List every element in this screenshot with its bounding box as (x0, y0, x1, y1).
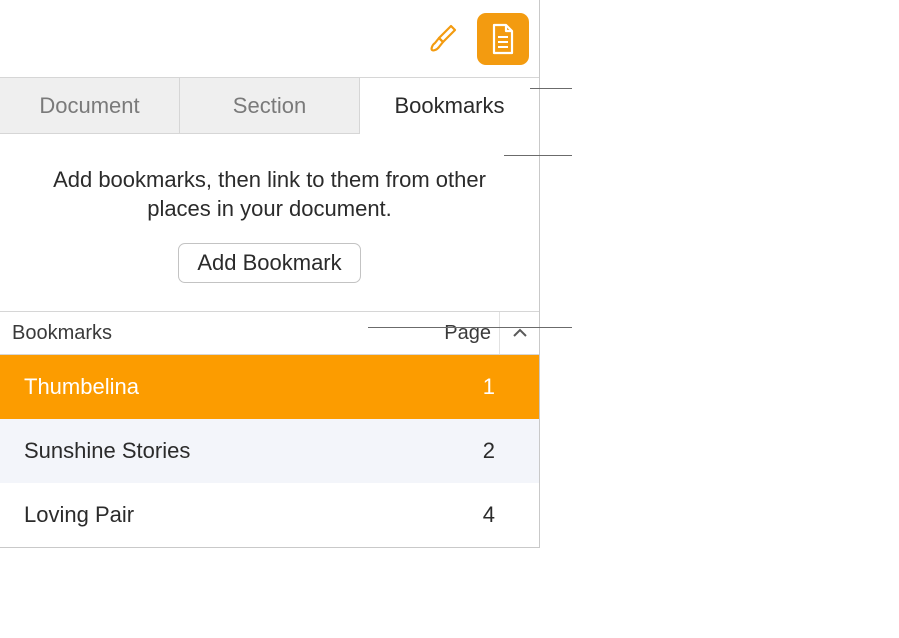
toolbar (0, 0, 539, 78)
column-header-bookmarks[interactable]: Bookmarks (0, 322, 444, 345)
tab-document[interactable]: Document (0, 78, 180, 134)
bookmark-name: Sunshine Stories (24, 438, 483, 464)
bookmark-name: Loving Pair (24, 502, 483, 528)
tab-section[interactable]: Section (180, 78, 360, 134)
bookmark-page: 4 (483, 502, 515, 528)
bookmark-name: Thumbelina (24, 374, 483, 400)
document-icon (488, 22, 518, 56)
bookmark-row[interactable]: Loving Pair4 (0, 483, 539, 547)
tab-bar: Document Section Bookmarks (0, 78, 539, 134)
bookmark-row[interactable]: Thumbelina1 (0, 355, 539, 419)
bookmark-list-header: Bookmarks Page (0, 311, 539, 355)
paintbrush-icon (426, 22, 460, 56)
callout-line (368, 327, 572, 328)
help-text: Add bookmarks, then link to them from ot… (0, 134, 539, 243)
sort-button[interactable] (499, 312, 539, 354)
add-bookmark-wrap: Add Bookmark (0, 243, 539, 311)
chevron-up-icon (512, 328, 528, 338)
column-header-page[interactable]: Page (444, 322, 499, 345)
format-button[interactable] (417, 13, 469, 65)
bookmark-page: 1 (483, 374, 515, 400)
tab-bookmarks[interactable]: Bookmarks (360, 78, 539, 134)
add-bookmark-button[interactable]: Add Bookmark (178, 243, 360, 283)
callout-line (530, 88, 572, 89)
bookmark-list: Thumbelina1Sunshine Stories2Loving Pair4 (0, 355, 539, 547)
bookmark-row[interactable]: Sunshine Stories2 (0, 419, 539, 483)
bookmark-page: 2 (483, 438, 515, 464)
callout-line (504, 155, 572, 156)
document-settings-button[interactable] (477, 13, 529, 65)
inspector-panel: Document Section Bookmarks Add bookmarks… (0, 0, 540, 548)
